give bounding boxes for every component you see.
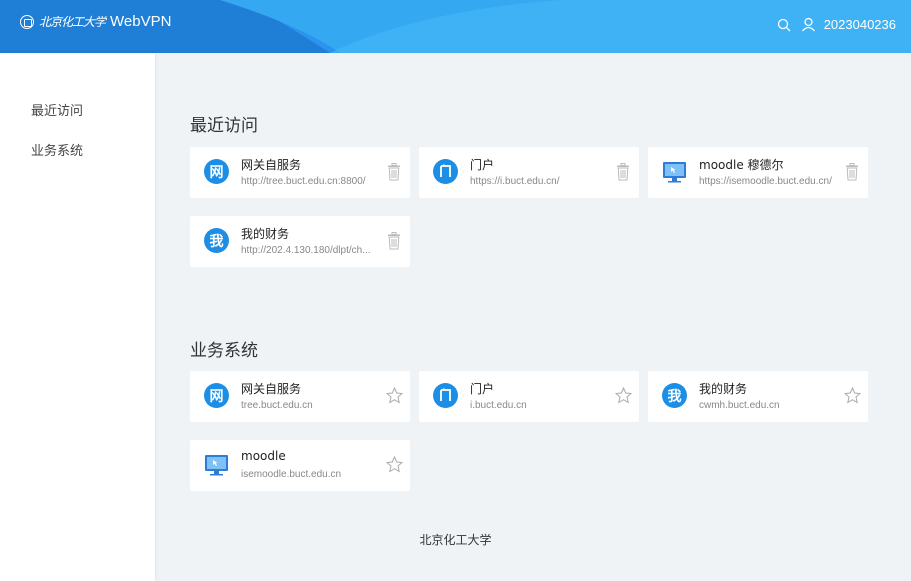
favorite-star-icon[interactable] bbox=[385, 455, 404, 474]
card-title: 网关自服务 bbox=[241, 158, 302, 172]
recent-card[interactable]: 门户 https://i.buct.edu.cn/ bbox=[419, 147, 639, 198]
card-url: cwmh.buct.edu.cn bbox=[699, 400, 780, 411]
card-title: 我的财务 bbox=[699, 382, 748, 396]
system-card[interactable]: moodle isemoodle.buct.edu.cn bbox=[190, 440, 410, 491]
monitor-app-icon bbox=[204, 452, 229, 477]
delete-icon[interactable] bbox=[386, 232, 402, 250]
card-url: http://202.4.130.180/dlpt/ch... bbox=[241, 245, 371, 256]
sidebar-item-systems[interactable]: 业务系统 bbox=[31, 140, 83, 159]
card-url: https://i.buct.edu.cn/ bbox=[470, 176, 560, 187]
favorite-star-icon[interactable] bbox=[385, 386, 404, 405]
username[interactable]: 2023040236 bbox=[824, 17, 896, 32]
app-letter-icon: 网 bbox=[204, 159, 229, 184]
app-letter-icon: 我 bbox=[204, 228, 229, 253]
delete-icon[interactable] bbox=[615, 163, 631, 181]
card-title: moodle 穆德尔 bbox=[699, 158, 784, 172]
app-letter-icon: 我 bbox=[662, 383, 687, 408]
delete-icon[interactable] bbox=[844, 163, 860, 181]
top-header: 北京化工大学 WebVPN 2023040236 bbox=[0, 0, 911, 53]
brand-logo[interactable]: 北京化工大学 WebVPN bbox=[20, 13, 171, 30]
card-title: 门户 bbox=[470, 382, 495, 396]
monitor-app-icon bbox=[662, 159, 687, 184]
systems-section-title: 业务系统 bbox=[190, 341, 258, 361]
card-title: moodle bbox=[241, 449, 286, 463]
portal-app-icon bbox=[433, 159, 458, 184]
card-url: tree.buct.edu.cn bbox=[241, 400, 313, 411]
user-icon[interactable] bbox=[801, 17, 816, 32]
recent-card[interactable]: moodle 穆德尔 https://isemoodle.buct.edu.cn/ bbox=[648, 147, 868, 198]
user-area: 2023040236 bbox=[777, 17, 896, 32]
card-url: i.buct.edu.cn bbox=[470, 400, 527, 411]
app-name: WebVPN bbox=[110, 13, 172, 30]
sidebar: 最近访问 业务系统 bbox=[0, 53, 155, 581]
search-icon[interactable] bbox=[777, 18, 791, 32]
recent-section-title: 最近访问 bbox=[190, 116, 258, 136]
card-url: https://isemoodle.buct.edu.cn/ bbox=[699, 176, 832, 187]
delete-icon[interactable] bbox=[386, 163, 402, 181]
system-card[interactable]: 门户 i.buct.edu.cn bbox=[419, 371, 639, 422]
footer-text: 北京化工大学 bbox=[419, 533, 492, 547]
recent-card[interactable]: 网网关自服务 http://tree.buct.edu.cn:8800/ bbox=[190, 147, 410, 198]
system-card[interactable]: 网网关自服务 tree.buct.edu.cn bbox=[190, 371, 410, 422]
card-title: 门户 bbox=[470, 158, 495, 172]
school-seal-icon bbox=[20, 14, 34, 29]
school-name: 北京化工大学 bbox=[39, 15, 106, 29]
system-card[interactable]: 我我的财务 cwmh.buct.edu.cn bbox=[648, 371, 868, 422]
card-title: 网关自服务 bbox=[241, 382, 302, 396]
card-url: http://tree.buct.edu.cn:8800/ bbox=[241, 176, 366, 187]
card-title: 我的财务 bbox=[241, 227, 290, 241]
card-url: isemoodle.buct.edu.cn bbox=[241, 469, 342, 480]
app-letter-icon: 网 bbox=[204, 383, 229, 408]
portal-app-icon bbox=[433, 383, 458, 408]
favorite-star-icon[interactable] bbox=[614, 386, 633, 405]
recent-card[interactable]: 我我的财务 http://202.4.130.180/dlpt/ch... bbox=[190, 216, 410, 267]
sidebar-item-recent[interactable]: 最近访问 bbox=[31, 100, 83, 119]
favorite-star-icon[interactable] bbox=[843, 386, 862, 405]
